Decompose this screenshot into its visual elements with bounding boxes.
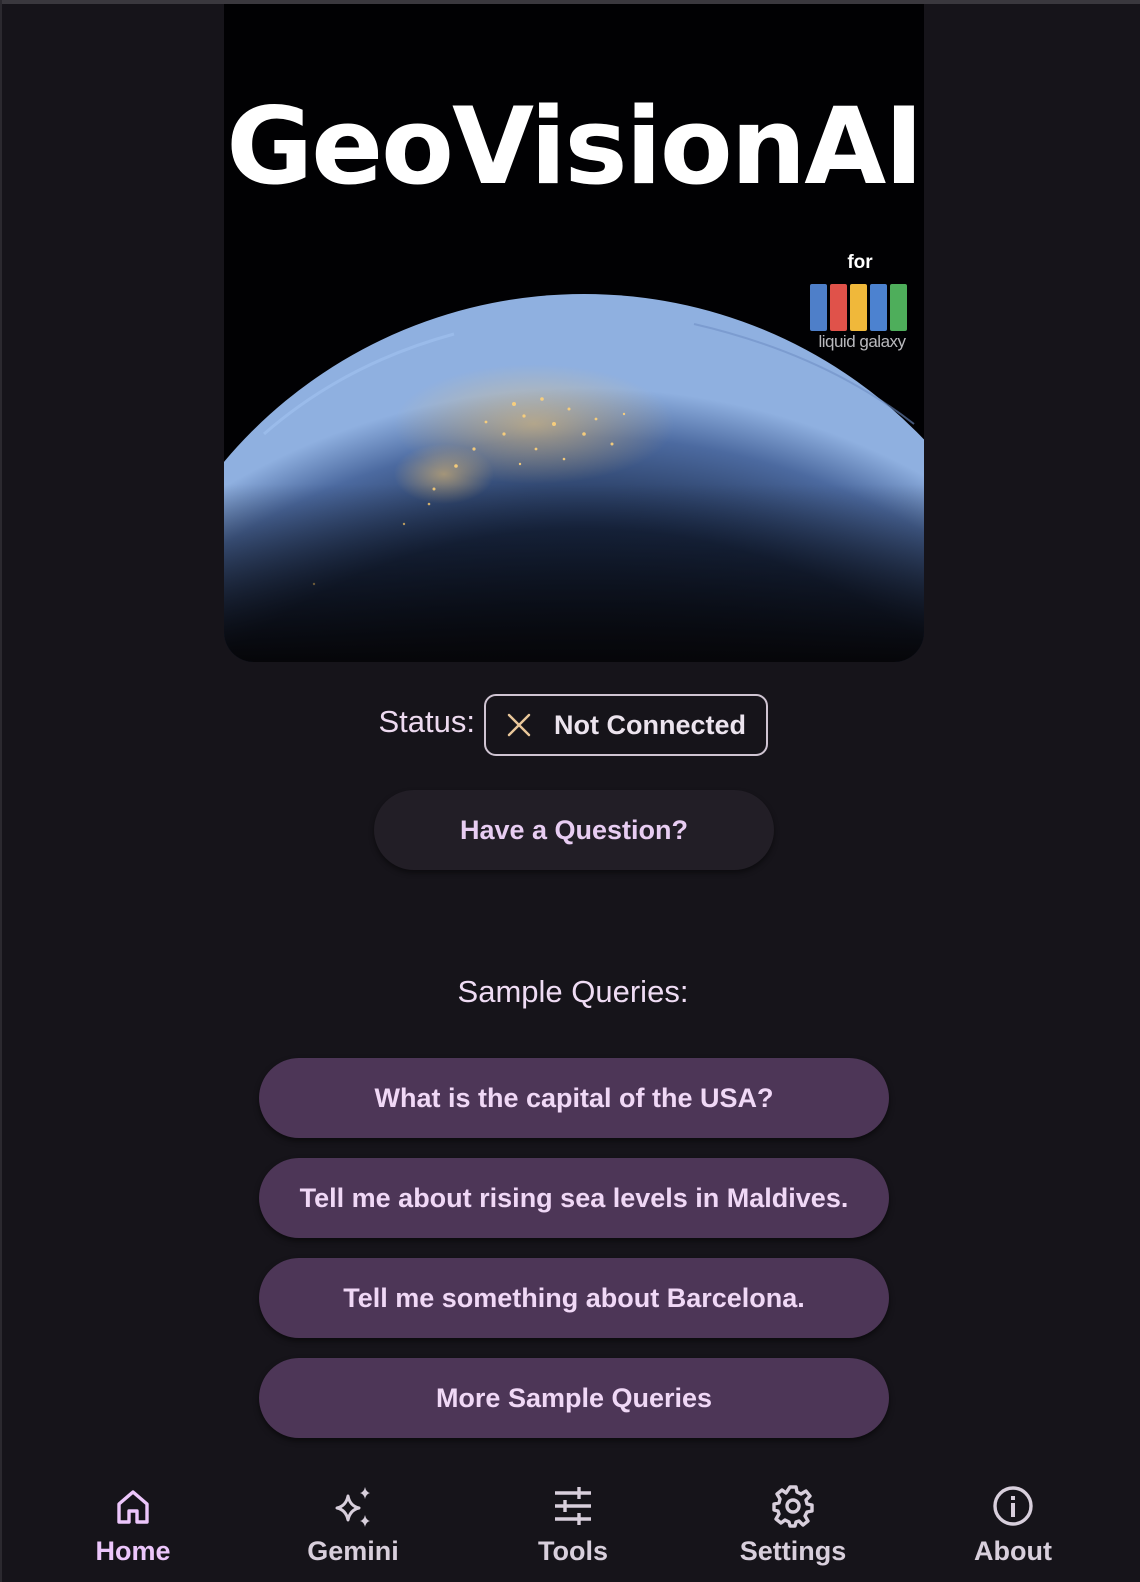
status-value: Not Connected bbox=[554, 709, 746, 740]
nav-settings[interactable]: Settings bbox=[713, 1484, 873, 1580]
nav-settings-label: Settings bbox=[739, 1536, 847, 1566]
home-screen: GeoVisionAI for liquid galaxy Status: No… bbox=[0, 0, 1140, 1582]
sample-queries-heading: Sample Queries: bbox=[457, 974, 689, 1009]
more-sample-queries-button[interactable]: More Sample Queries bbox=[259, 1358, 889, 1438]
sample-query-button-usa-capital[interactable]: What is the capital of the USA? bbox=[259, 1058, 889, 1138]
have-a-question-button[interactable]: Have a Question? bbox=[374, 790, 774, 870]
app-title: GeoVisionAI bbox=[226, 85, 923, 208]
sample-query-button-maldives[interactable]: Tell me about rising sea levels in Maldi… bbox=[259, 1158, 889, 1238]
connection-status-chip[interactable]: Not Connected bbox=[484, 694, 768, 756]
nav-tools-label: Tools bbox=[538, 1536, 608, 1566]
nav-home-label: Home bbox=[95, 1536, 171, 1566]
liquid-galaxy-logo: for liquid galaxy bbox=[810, 252, 922, 362]
sample-query-button-barcelona[interactable]: Tell me something about Barcelona. bbox=[259, 1258, 889, 1338]
close-icon bbox=[507, 713, 531, 737]
hero-banner: GeoVisionAI for liquid galaxy bbox=[224, 4, 924, 662]
nav-tools[interactable]: Tools bbox=[493, 1484, 653, 1580]
logo-name-text: liquid galaxy bbox=[818, 332, 906, 351]
gear-icon bbox=[772, 1485, 814, 1528]
nav-gemini[interactable]: Gemini bbox=[273, 1484, 433, 1580]
tune-icon bbox=[555, 1487, 591, 1525]
info-icon bbox=[993, 1486, 1033, 1526]
nav-about-label: About bbox=[974, 1536, 1052, 1566]
status-label: Status: bbox=[378, 704, 476, 739]
nav-gemini-label: Gemini bbox=[307, 1536, 399, 1566]
logo-for-text: for bbox=[847, 252, 873, 273]
nav-about[interactable]: About bbox=[933, 1484, 1093, 1580]
left-divider bbox=[0, 0, 2, 1582]
liquid-galaxy-bars-icon bbox=[810, 284, 907, 331]
home-icon bbox=[117, 1490, 149, 1524]
sparkle-icon bbox=[335, 1487, 370, 1527]
nav-home[interactable]: Home bbox=[53, 1484, 213, 1580]
